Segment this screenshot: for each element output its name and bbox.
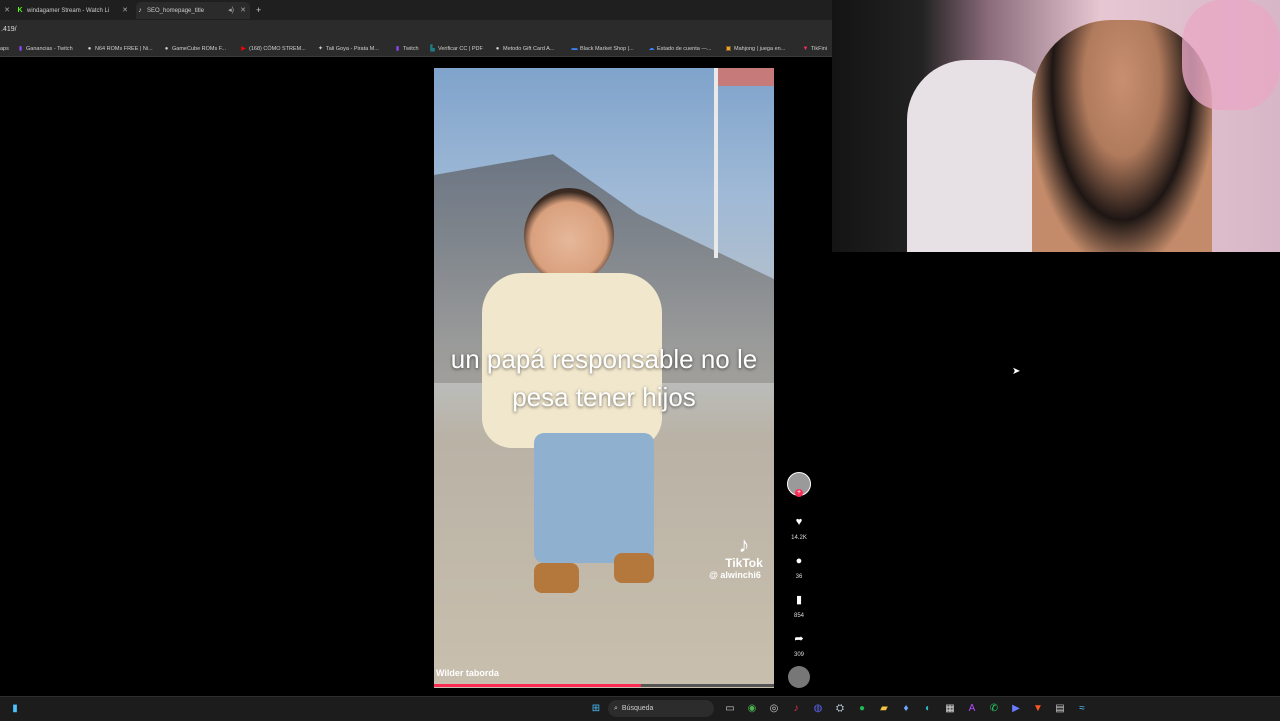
bookmarks-bar: aps ▮ Ganancias - Twitch ● N64 ROMs FREE |…: [0, 42, 832, 57]
close-icon[interactable]: ✕: [240, 2, 246, 19]
save-action[interactable]: ▮ 854: [786, 589, 812, 619]
obs-icon[interactable]: ◎: [766, 701, 782, 717]
comment-count: 36: [795, 574, 803, 580]
calendar-icon[interactable]: ▦: [942, 701, 958, 717]
game-icon: ▣: [725, 46, 732, 52]
bookmark-item[interactable]: ☁ Estado de cuenta —...: [648, 44, 712, 54]
bank-icon: ☁: [648, 46, 655, 52]
cheat-icon[interactable]: ♦: [898, 701, 914, 717]
tiktok-logo-icon: ♪: [738, 532, 750, 557]
bookmark-item[interactable]: ▣ Mahjong | juega en...: [725, 44, 786, 54]
bookmark-item[interactable]: ✦ Tali Goya - Pirata M...: [317, 44, 379, 54]
video-editor-icon[interactable]: ▶: [1008, 701, 1024, 717]
bookmark-item[interactable]: ● N64 ROMs FREE | Ni...: [86, 44, 153, 54]
kick-icon: K: [17, 7, 23, 14]
music-disc-icon[interactable]: [788, 666, 810, 688]
save-count: 854: [793, 613, 804, 619]
widgets-icon[interactable]: ▮: [7, 701, 23, 717]
like-action[interactable]: ♥ 14.2K: [786, 511, 812, 541]
bookmark-item[interactable]: ● Metodo Gift Card A...: [494, 44, 555, 54]
bookmark-item[interactable]: ▼ TikFini: [802, 44, 827, 54]
video-progress-bar[interactable]: [434, 684, 774, 687]
close-icon[interactable]: ✕: [122, 2, 128, 19]
steam-icon[interactable]: ⛭: [832, 701, 848, 717]
browser-tab-bar: ✕ Kwindagamer Stream - Watch Li ✕ ♪ SEO_h…: [0, 0, 832, 20]
windows-start-icon[interactable]: ⊞: [588, 701, 604, 717]
follow-plus-icon[interactable]: +: [795, 489, 803, 497]
tiktok-handle: @ alwinchi6: [709, 570, 761, 580]
tiktok-watermark: ♪ TikTok @ alwinchi6: [709, 532, 774, 581]
globe-icon: ✦: [317, 46, 324, 52]
bookmark-item[interactable]: ● GameCube ROMs F...: [163, 44, 226, 54]
video-caption: un papá responsable no le pesa tener hij…: [450, 344, 758, 412]
twitch-icon: ▮: [18, 46, 23, 52]
tab-seo-homepage[interactable]: ♪ SEO_homepage_title ◂) ✕: [136, 2, 250, 19]
taskbar: ▮ ⊞ ⌕ Búsqueda ▭ ◉ ◎ ♪ ◍ ⛭ ● ▰ ♦ ◐ ▦ A ✆ ▶ ▼ ▤ ≈: [0, 696, 1280, 721]
creator-avatar[interactable]: +: [786, 472, 812, 497]
bookmark-item[interactable]: ▮ Twitch: [394, 44, 419, 54]
tab-title: windagamer Stream - Watch Li: [27, 8, 110, 14]
streamlabs-icon[interactable]: A: [964, 701, 980, 717]
music-disc[interactable]: [786, 666, 812, 688]
bookmark-icon[interactable]: ▮: [788, 589, 810, 611]
shop-icon: ▬: [571, 46, 578, 52]
webcam-overlay: [832, 0, 1280, 252]
youtube-icon: ▶: [241, 46, 246, 52]
comment-action[interactable]: ● 36: [786, 550, 812, 580]
share-action[interactable]: ➦ 309: [786, 628, 812, 658]
tikfinity-icon: ▼: [802, 46, 809, 52]
speaker-icon[interactable]: ◂): [228, 2, 234, 19]
bookmark-item[interactable]: ▶ (168) CÓMO STREM...: [240, 44, 306, 54]
video-author[interactable]: Wilder taborda: [436, 668, 499, 678]
spotify-icon[interactable]: ●: [854, 701, 870, 717]
url-text[interactable]: .419/: [1, 26, 17, 33]
globe-icon: ●: [87, 46, 92, 52]
network-icon[interactable]: ≈: [1074, 701, 1090, 717]
bookmark-item[interactable]: ▮ Ganancias - Twitch: [17, 44, 73, 54]
video-progress-fill: [434, 684, 642, 687]
share-arrow-icon[interactable]: ➦: [788, 628, 810, 650]
baby-jeans: [534, 433, 654, 563]
globe-icon: ●: [495, 46, 500, 52]
globe-icon: ●: [164, 46, 169, 52]
task-view-icon[interactable]: ▭: [722, 701, 738, 717]
address-bar[interactable]: .419/: [0, 20, 832, 42]
video-player[interactable]: un papá responsable no le pesa tener hij…: [434, 68, 774, 688]
bookmark-item[interactable]: ▙ Verificar CC | PDF: [429, 44, 483, 54]
search-icon: ⌕: [614, 705, 618, 712]
brave-icon[interactable]: ▼: [1030, 701, 1046, 717]
plush-toy: [1182, 0, 1280, 110]
whatsapp-icon[interactable]: ✆: [986, 701, 1002, 717]
scribd-icon: ▙: [430, 46, 435, 52]
baby-shoe: [614, 553, 654, 583]
close-tab-icon[interactable]: ✕: [0, 2, 14, 19]
search-placeholder: Búsqueda: [621, 705, 654, 712]
bookmark-item[interactable]: aps: [0, 44, 9, 54]
flag: [718, 68, 774, 86]
share-count: 309: [793, 652, 804, 658]
files-icon[interactable]: ▰: [876, 701, 892, 717]
new-tab-button[interactable]: +: [256, 2, 268, 19]
edge-icon[interactable]: ◐: [920, 701, 936, 717]
heart-icon[interactable]: ♥: [788, 511, 810, 533]
comment-icon[interactable]: ●: [788, 550, 810, 572]
mouse-cursor-icon: ➤: [1012, 366, 1021, 377]
grid-app-icon[interactable]: ▤: [1052, 701, 1068, 717]
flag-pole: [714, 68, 718, 258]
baby-head: [524, 188, 614, 283]
twitch-icon: ▮: [395, 46, 400, 52]
tab-title: SEO_homepage_title: [147, 8, 205, 14]
tab-windagamer[interactable]: Kwindagamer Stream - Watch Li ✕: [16, 2, 132, 19]
baby-shoe: [534, 563, 579, 593]
taskbar-search[interactable]: ⌕ Búsqueda: [608, 700, 714, 717]
bookmark-item[interactable]: ▬ Black Market Shop |...: [571, 44, 634, 54]
tiktok-studio-icon[interactable]: ♪: [788, 701, 804, 717]
like-count: 14.2K: [791, 535, 807, 541]
chrome-icon[interactable]: ◉: [744, 701, 760, 717]
discord-icon[interactable]: ◍: [810, 701, 826, 717]
tiktok-icon: ♪: [138, 7, 142, 14]
tiktok-brand-text: TikTok: [725, 556, 763, 570]
